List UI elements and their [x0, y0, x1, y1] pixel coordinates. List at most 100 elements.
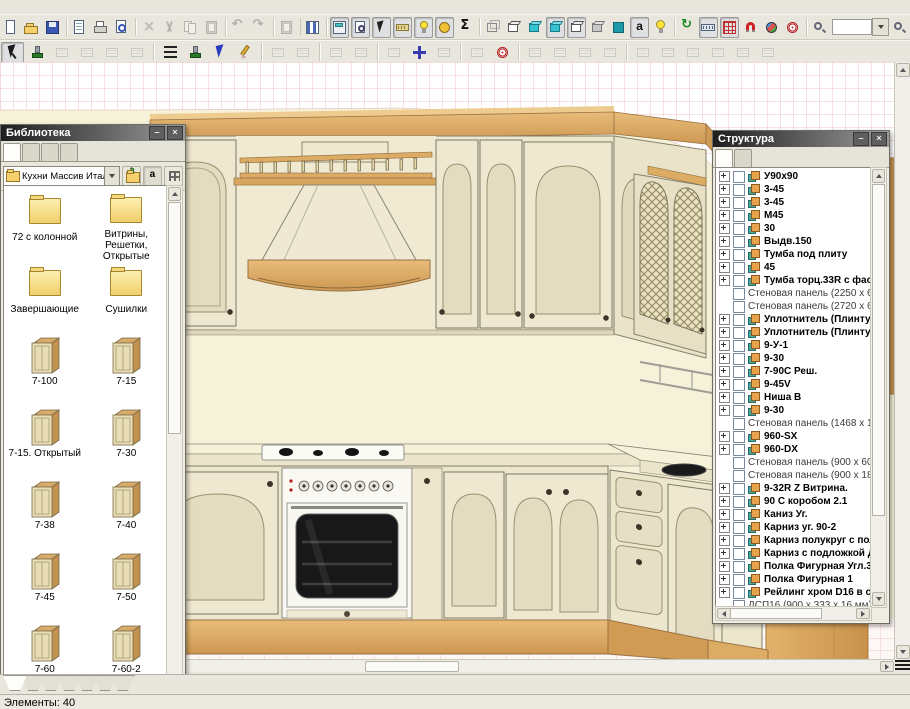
zoom-out-button[interactable] [890, 17, 909, 38]
align-4-button[interactable] [599, 42, 622, 63]
tree-item[interactable]: Полка Фигурная Угл.3 [716, 560, 871, 573]
zoom-in-button[interactable] [810, 17, 829, 38]
library-item[interactable]: Завершающие [4, 262, 86, 334]
checkbox[interactable] [733, 197, 745, 209]
library-path-combo[interactable]: Кухни Массив Италия\Н [3, 166, 105, 186]
view-solid-button[interactable] [609, 17, 628, 38]
tree-item[interactable]: 960-SX [716, 430, 871, 443]
tree-item[interactable]: Тумба торц.33R с фас. [716, 274, 871, 287]
library-item[interactable]: 7-50 [86, 550, 168, 622]
tree-item[interactable]: Карниз полукруг с поло [716, 534, 871, 547]
view-gray-button[interactable] [588, 17, 607, 38]
distribute-3-button[interactable] [682, 42, 705, 63]
scroll-left-button[interactable] [717, 608, 731, 619]
new-file-button[interactable] [1, 17, 20, 38]
redo-button[interactable] [250, 17, 269, 38]
panel-price-button[interactable] [435, 17, 454, 38]
pick-cursor-button[interactable] [209, 42, 232, 63]
checkbox[interactable] [733, 457, 745, 469]
library-item[interactable]: Сушилки [86, 262, 168, 334]
expander-icon[interactable] [719, 509, 730, 520]
expander-icon[interactable] [719, 236, 730, 247]
snap-magnet-button[interactable] [741, 17, 760, 38]
checkbox[interactable] [733, 470, 745, 482]
view-textures-button[interactable] [546, 17, 565, 38]
tree-item[interactable]: Тумба под плиту [716, 248, 871, 261]
zoom-value-input[interactable] [832, 19, 872, 35]
panel-preview-button[interactable] [351, 17, 370, 38]
draw-pencil-button[interactable] [234, 42, 257, 63]
library-item[interactable]: 7-15 [86, 334, 168, 406]
checkbox[interactable] [733, 249, 745, 261]
expander-icon[interactable] [719, 548, 730, 559]
selection-frame-2-button[interactable] [292, 42, 315, 63]
library-scrollbar[interactable] [166, 185, 183, 697]
checkbox[interactable] [733, 236, 745, 248]
print-button[interactable] [91, 17, 110, 38]
zoom-level-combo[interactable] [832, 18, 889, 36]
structure-horizontal-scrollbar[interactable] [715, 606, 872, 621]
tree-item[interactable]: 9-30 [716, 352, 871, 365]
align-2-button[interactable] [549, 42, 572, 63]
tree-item[interactable]: Рейлинг хром D16 в сбор [716, 586, 871, 599]
tree-item[interactable]: 3-45 [716, 183, 871, 196]
delete-button[interactable] [139, 17, 158, 38]
move-element-button[interactable] [408, 42, 431, 63]
tree-item[interactable]: Уплотнитель (Плинтус) [716, 326, 871, 339]
checkbox[interactable] [733, 379, 745, 391]
scroll-right-button[interactable] [856, 608, 870, 619]
structure-vertical-scrollbar[interactable] [870, 167, 887, 608]
tree-item[interactable]: 9-32R Z Витрина. [716, 482, 871, 495]
delete-element-button[interactable] [51, 42, 74, 63]
tree-item[interactable]: Стеновая панель (900 x 600 x [716, 456, 871, 469]
checkbox[interactable] [733, 353, 745, 365]
expander-icon[interactable] [719, 561, 730, 572]
scroll-up-button[interactable] [168, 187, 181, 201]
distribute-2-button[interactable] [657, 42, 680, 63]
cut-button[interactable] [160, 17, 179, 38]
checkbox[interactable] [733, 288, 745, 300]
paste-special-button[interactable] [277, 17, 296, 38]
expander-icon[interactable] [719, 392, 730, 403]
scroll-down-button[interactable] [896, 645, 910, 659]
checkbox[interactable] [733, 522, 745, 534]
expander-icon[interactable] [719, 405, 730, 416]
checkbox[interactable] [733, 327, 745, 339]
tree-item[interactable]: 45 [716, 261, 871, 274]
tree-item[interactable]: Стеновая панель (900 x 187 x [716, 469, 871, 482]
checkbox[interactable] [733, 366, 745, 378]
zoom-dropdown-button[interactable] [872, 18, 889, 36]
select-tool-button[interactable] [1, 42, 24, 63]
tree-item[interactable]: У90х90 [716, 170, 871, 183]
library-item[interactable]: 7-40 [86, 478, 168, 550]
open-button[interactable] [22, 17, 41, 38]
checkbox[interactable] [733, 223, 745, 235]
rotate-view-button[interactable] [678, 17, 697, 38]
checkbox[interactable] [733, 171, 745, 183]
tree-item[interactable]: Выдв.150 [716, 235, 871, 248]
checkbox[interactable] [733, 431, 745, 443]
checkbox[interactable] [733, 340, 745, 352]
viewtab-east-wall[interactable] [111, 675, 135, 691]
thumbnail-view-button[interactable] [164, 166, 183, 186]
library-panel-header[interactable]: Библиотека – × [1, 125, 185, 141]
structure-panel-header[interactable]: Структура – × [713, 131, 889, 147]
library-item[interactable]: 72 с колонной [4, 190, 86, 262]
checkbox[interactable] [733, 392, 745, 404]
checkbox[interactable] [733, 574, 745, 586]
panel-calculation-button[interactable] [330, 17, 349, 38]
distribute-4-button[interactable] [707, 42, 730, 63]
checkbox[interactable] [733, 535, 745, 547]
tree-item[interactable]: Стеновая панель (2250 x 600 [716, 287, 871, 300]
nudge-up-button[interactable] [325, 42, 348, 63]
tree-item[interactable]: 9-У-1 [716, 339, 871, 352]
distribute-6-button[interactable] [757, 42, 780, 63]
scroll-thumb[interactable] [365, 661, 459, 672]
minimize-icon[interactable]: – [149, 126, 165, 140]
fit-corner-button[interactable] [466, 42, 489, 63]
checkbox[interactable] [733, 496, 745, 508]
tab-project[interactable] [715, 149, 733, 167]
tree-item[interactable]: Стеновая панель (1468 x 173 [716, 417, 871, 430]
align-1-button[interactable] [524, 42, 547, 63]
expander-icon[interactable] [719, 262, 730, 273]
